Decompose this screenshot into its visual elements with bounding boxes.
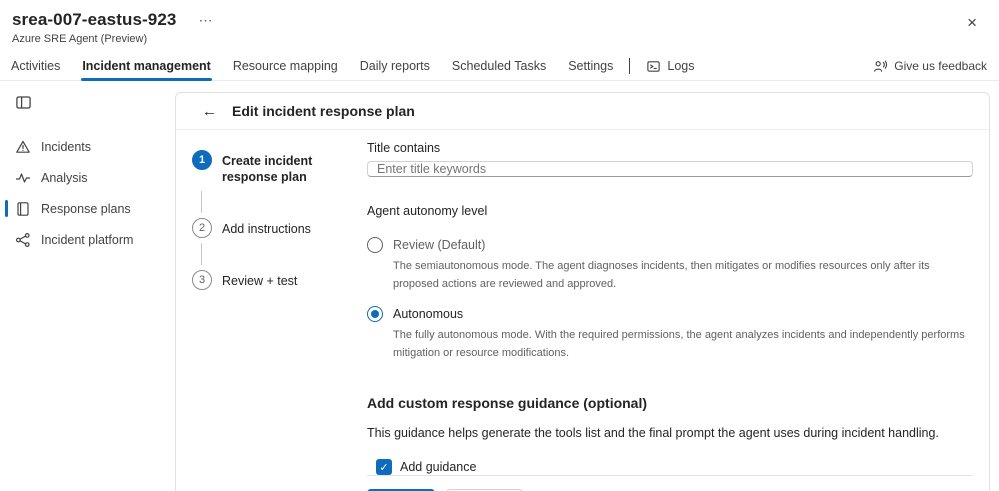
feedback-icon [873, 59, 888, 74]
tab-settings[interactable]: Settings [557, 52, 624, 80]
step-number: 3 [192, 270, 212, 290]
book-icon [15, 201, 31, 217]
sidebar-item-label: Analysis [41, 171, 88, 185]
warning-icon [15, 139, 31, 155]
autonomy-radio-group: Review (Default) The semiautonomous mode… [367, 237, 973, 375]
more-icon[interactable]: ⋯ [194, 11, 216, 29]
guidance-heading: Add custom response guidance (optional) [367, 395, 973, 411]
sidebar-item-incidents[interactable]: Incidents [0, 131, 175, 162]
sidebar-item-label: Incident platform [41, 233, 133, 247]
sidebar-toggle-button[interactable] [15, 94, 35, 111]
form-footer: Next Cancel [367, 475, 973, 491]
panel-title: Edit incident response plan [232, 103, 415, 119]
step-connector [201, 191, 202, 213]
share-nodes-icon [15, 232, 31, 248]
tab-logs-label: Logs [667, 59, 694, 73]
step-create-plan[interactable]: 1 Create incident response plan [192, 150, 367, 186]
feedback-label: Give us feedback [894, 59, 987, 73]
tab-bar: Activities Incident management Resource … [0, 52, 999, 81]
radio-option-label: Review (Default) [393, 238, 485, 252]
content-area: Incidents Analysis Response plans [0, 82, 999, 491]
app-header: srea-007-eastus-923 ⋯ Azure SRE Agent (P… [0, 0, 999, 52]
page-title: srea-007-eastus-923 [12, 10, 176, 30]
tab-logs[interactable]: Logs [635, 52, 705, 80]
back-arrow-icon[interactable]: ← [202, 104, 217, 119]
title-contains-input[interactable] [367, 161, 973, 177]
sidebar: Incidents Analysis Response plans [0, 82, 175, 491]
step-label: Review + test [222, 270, 357, 290]
step-review-test[interactable]: 3 Review + test [192, 270, 367, 290]
step-label: Add instructions [222, 218, 357, 238]
radio-option-description: The semiautonomous mode. The agent diagn… [393, 258, 973, 293]
feedback-button[interactable]: Give us feedback [869, 52, 991, 80]
title-contains-label: Title contains [367, 141, 973, 155]
wizard-steps: 1 Create incident response plan 2 Add in… [192, 138, 367, 491]
step-number: 1 [192, 150, 212, 170]
sidebar-item-analysis[interactable]: Analysis [0, 162, 175, 193]
tab-incident-management[interactable]: Incident management [71, 52, 222, 80]
close-icon[interactable]: × [963, 12, 981, 33]
tab-scheduled-tasks[interactable]: Scheduled Tasks [441, 52, 557, 80]
add-guidance-option[interactable]: ✓ Add guidance [376, 459, 973, 475]
page-subtitle: Azure SRE Agent (Preview) [12, 33, 983, 45]
sidebar-item-response-plans[interactable]: Response plans [0, 193, 175, 224]
step-connector [201, 243, 202, 265]
analysis-icon [15, 170, 31, 186]
plan-form: Title contains Agent autonomy level Revi… [367, 138, 973, 491]
tab-activities[interactable]: Activities [0, 52, 71, 80]
logs-icon [646, 59, 661, 74]
panel-toggle-icon [15, 94, 35, 111]
checkbox-checked-icon[interactable]: ✓ [376, 459, 392, 475]
radio-option-description: The fully autonomous mode. With the requ… [393, 327, 973, 362]
tab-divider [629, 58, 630, 74]
radio-option-autonomous[interactable]: Autonomous The fully autonomous mode. Wi… [367, 306, 973, 362]
tab-daily-reports[interactable]: Daily reports [349, 52, 441, 80]
radio-unselected-icon[interactable] [367, 237, 383, 253]
radio-selected-icon[interactable] [367, 306, 383, 322]
panel-header: ← Edit incident response plan [176, 93, 989, 130]
step-add-instructions[interactable]: 2 Add instructions [192, 218, 367, 238]
radio-option-label: Autonomous [393, 307, 463, 321]
sidebar-item-label: Response plans [41, 202, 131, 216]
add-guidance-label: Add guidance [400, 460, 476, 474]
sidebar-item-incident-platform[interactable]: Incident platform [0, 224, 175, 255]
edit-plan-panel: ← Edit incident response plan 1 Create i… [175, 92, 990, 491]
guidance-description: This guidance helps generate the tools l… [367, 426, 973, 440]
step-label: Create incident response plan [222, 150, 357, 186]
tab-resource-mapping[interactable]: Resource mapping [222, 52, 349, 80]
autonomy-level-label: Agent autonomy level [367, 204, 973, 218]
radio-option-review[interactable]: Review (Default) The semiautonomous mode… [367, 237, 973, 293]
step-number: 2 [192, 218, 212, 238]
sidebar-item-label: Incidents [41, 140, 91, 154]
